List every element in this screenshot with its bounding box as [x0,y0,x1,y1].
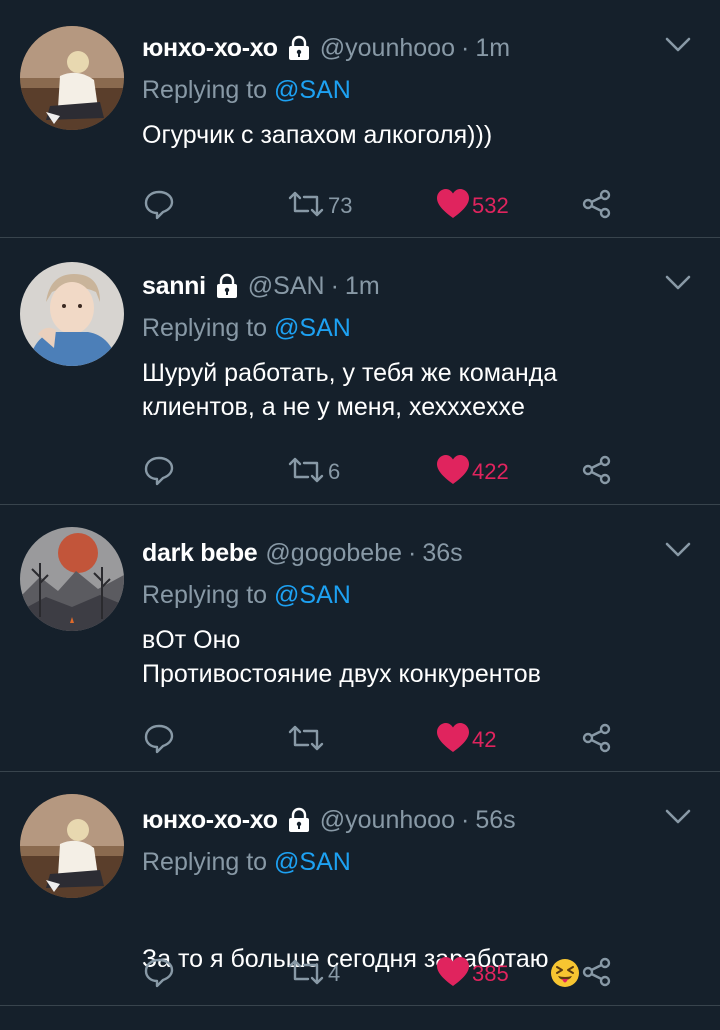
username[interactable]: @gogobebe [265,539,402,568]
lock-icon [286,35,312,61]
tweet[interactable]: sanni @SAN · 1m Replying to @SAN Шуруй р… [0,238,720,505]
like-count: 385 [472,961,509,986]
timestamp[interactable]: 56s [475,806,515,835]
username[interactable]: @younhooo [320,806,455,835]
replying-to: Replying to @SAN [142,76,351,105]
tweet-text: вОт Оно Противостояние двух конкурентов [142,626,541,688]
tweet[interactable]: юнхо-хо-хо @younhooo · 1m Replying to @S… [0,0,720,238]
chevron-down-icon[interactable] [664,541,692,564]
like-button[interactable]: 532 [436,186,509,226]
replying-to-label: Replying to [142,314,275,342]
share-icon [580,721,614,760]
like-button[interactable]: 422 [436,452,509,492]
username[interactable]: @SAN [248,272,325,301]
tweet-header: dark bebe @gogobebe · 36s [142,535,463,571]
avatar[interactable] [20,527,124,631]
mention-link[interactable]: @SAN [274,581,351,609]
retweet-icon [286,721,326,760]
replying-to-label: Replying to [142,76,275,104]
tweet-actions: 6 422 [0,452,720,492]
tweet-actions: 42 [0,720,720,760]
timestamp[interactable]: 36s [422,539,462,568]
forest-moon-avatar-image [20,527,124,631]
retweet-button[interactable]: 4 [286,954,340,994]
display-name[interactable]: юнхо-хо-хо [142,34,278,63]
tweet-text: Огурчик с запахом алкоголя))) [142,121,493,149]
replying-to-label: Replying to [142,848,275,876]
avatar[interactable] [20,26,124,130]
share-button[interactable] [580,954,614,994]
heart-icon [436,722,470,759]
retweet-button[interactable]: 73 [286,186,352,226]
share-icon [580,453,614,492]
like-button[interactable]: 42 [436,720,496,760]
reply-button[interactable] [142,720,176,760]
tweet-actions: 73 532 [0,186,720,226]
separator-dot: · [408,538,417,567]
mention-link[interactable]: @SAN [274,848,351,876]
chevron-down-icon[interactable] [664,808,692,831]
chevron-down-icon[interactable] [664,274,692,297]
replying-to: Replying to @SAN [142,314,351,343]
reply-icon [142,453,176,492]
reply-button[interactable] [142,186,176,226]
share-button[interactable] [580,720,614,760]
mention-link[interactable]: @SAN [274,314,351,342]
tweet-header: юнхо-хо-хо @younhooo · 56s [142,802,516,838]
tweet-actions: 4 385 [0,954,720,994]
avatar[interactable] [20,262,124,366]
separator-dot: · [330,271,339,300]
display-name[interactable]: dark bebe [142,539,258,568]
reply-button[interactable] [142,954,176,994]
reply-icon [142,955,176,994]
retweet-button[interactable]: 6 [286,452,340,492]
retweet-icon [286,955,326,994]
retweet-icon [286,187,326,226]
tweet-header: sanni @SAN · 1m [142,268,380,304]
retweet-button[interactable] [286,720,328,760]
lock-icon [214,273,240,299]
heart-icon [436,188,470,225]
chevron-down-icon[interactable] [664,36,692,59]
separator-dot: · [460,805,470,834]
like-count: 42 [472,727,497,752]
person-portrait-avatar-image [20,262,124,366]
timestamp[interactable]: 1m [475,34,510,63]
lock-icon [286,807,312,833]
person-sitting-avatar-image [20,794,124,898]
retweet-count: 4 [328,961,341,986]
avatar[interactable] [20,794,124,898]
replying-to-label: Replying to [142,581,275,609]
retweet-icon [286,453,326,492]
like-button[interactable]: 385 [436,954,509,994]
display-name[interactable]: sanni [142,272,206,301]
replying-to: Replying to @SAN [142,848,351,877]
separator-dot: · [460,33,470,62]
reply-icon [142,721,176,760]
like-count: 422 [472,459,509,484]
reply-icon [142,187,176,226]
reply-button[interactable] [142,452,176,492]
heart-icon [436,454,470,491]
username[interactable]: @younhooo [320,34,455,63]
retweet-count: 73 [328,193,353,218]
heart-icon [436,956,470,993]
replying-to: Replying to @SAN [142,581,351,610]
timestamp[interactable]: 1m [345,272,380,301]
tweet-header: юнхо-хо-хо @younhooo · 1m [142,30,510,66]
retweet-count: 6 [328,459,341,484]
display-name[interactable]: юнхо-хо-хо [142,806,278,835]
share-button[interactable] [580,186,614,226]
share-icon [580,187,614,226]
mention-link[interactable]: @SAN [274,76,351,104]
person-sitting-avatar-image [20,26,124,130]
share-button[interactable] [580,452,614,492]
like-count: 532 [472,193,509,218]
tweet[interactable]: dark bebe @gogobebe · 36s Replying to @S… [0,505,720,772]
share-icon [580,955,614,994]
tweet-text: Шуруй работать, у тебя же команда клиент… [142,359,558,421]
tweet[interactable]: юнхо-хо-хо @younhooo · 56s Replying to @… [0,772,720,1006]
